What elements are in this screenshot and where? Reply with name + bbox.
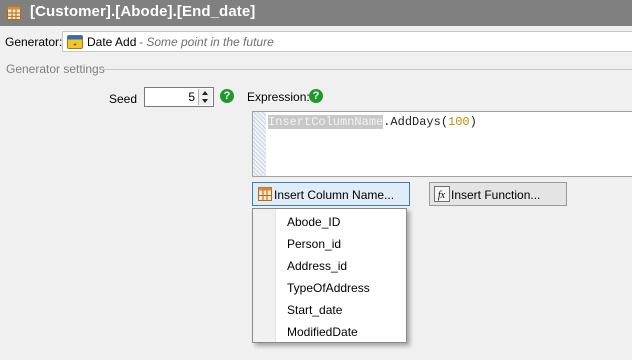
table-icon bbox=[6, 5, 22, 21]
svg-text:fx: fx bbox=[438, 190, 446, 201]
column-name-dropdown: Abode_ID Person_id Address_id TypeOfAddr… bbox=[252, 208, 407, 343]
dropdown-item[interactable]: Person_id bbox=[287, 237, 341, 251]
seed-spin-buttons bbox=[198, 89, 212, 105]
seed-help-icon[interactable]: ? bbox=[220, 89, 234, 103]
section-divider bbox=[101, 69, 632, 70]
spin-down-button[interactable] bbox=[199, 97, 212, 105]
generator-name: Date Add bbox=[87, 35, 137, 49]
window-title: [Customer].[Abode].[End_date] bbox=[30, 3, 256, 20]
expression-code[interactable]: InsertColumnName.AddDays(100) bbox=[268, 115, 477, 129]
generator-row: Generator: + Date Add - Some point in th… bbox=[0, 30, 632, 54]
insert-function-label: Insert Function... bbox=[451, 188, 541, 202]
date-add-icon: + bbox=[67, 34, 83, 50]
table-column-icon bbox=[257, 186, 273, 202]
svg-text:+: + bbox=[73, 43, 77, 49]
generator-description: - Some point in the future bbox=[139, 35, 274, 49]
insert-function-button[interactable]: fx Insert Function... bbox=[429, 182, 567, 206]
expression-label: Expression: bbox=[247, 90, 310, 104]
dropdown-item[interactable]: Abode_ID bbox=[287, 215, 340, 229]
insert-column-name-button[interactable]: Insert Column Name... bbox=[252, 182, 410, 206]
editor-gutter bbox=[253, 112, 266, 176]
code-method-token: .AddDays( bbox=[383, 115, 449, 129]
generator-selector[interactable]: + Date Add - Some point in the future bbox=[62, 31, 632, 52]
code-number-token: 100 bbox=[448, 115, 470, 129]
dropdown-item[interactable]: Address_id bbox=[287, 259, 347, 273]
dropdown-icon-strip bbox=[253, 209, 276, 342]
seed-stepper[interactable]: 5 bbox=[144, 87, 214, 107]
generator-label: Generator: bbox=[5, 35, 63, 49]
code-close-token: ) bbox=[469, 115, 477, 129]
seed-label: Seed bbox=[109, 92, 138, 106]
dropdown-item[interactable]: TypeOfAddress bbox=[287, 281, 370, 295]
dropdown-item[interactable]: ModifiedDate bbox=[287, 325, 358, 339]
generator-settings-heading: Generator settings bbox=[6, 62, 105, 76]
expression-help-icon[interactable]: ? bbox=[309, 89, 323, 103]
seed-value[interactable]: 5 bbox=[188, 90, 195, 104]
title-bar: [Customer].[Abode].[End_date] bbox=[0, 0, 632, 26]
code-column-token: InsertColumnName bbox=[268, 115, 384, 129]
insert-column-name-label: Insert Column Name... bbox=[274, 188, 395, 202]
function-icon: fx bbox=[434, 186, 450, 202]
dropdown-item[interactable]: Start_date bbox=[287, 303, 342, 317]
expression-editor[interactable]: InsertColumnName.AddDays(100) bbox=[252, 111, 632, 177]
